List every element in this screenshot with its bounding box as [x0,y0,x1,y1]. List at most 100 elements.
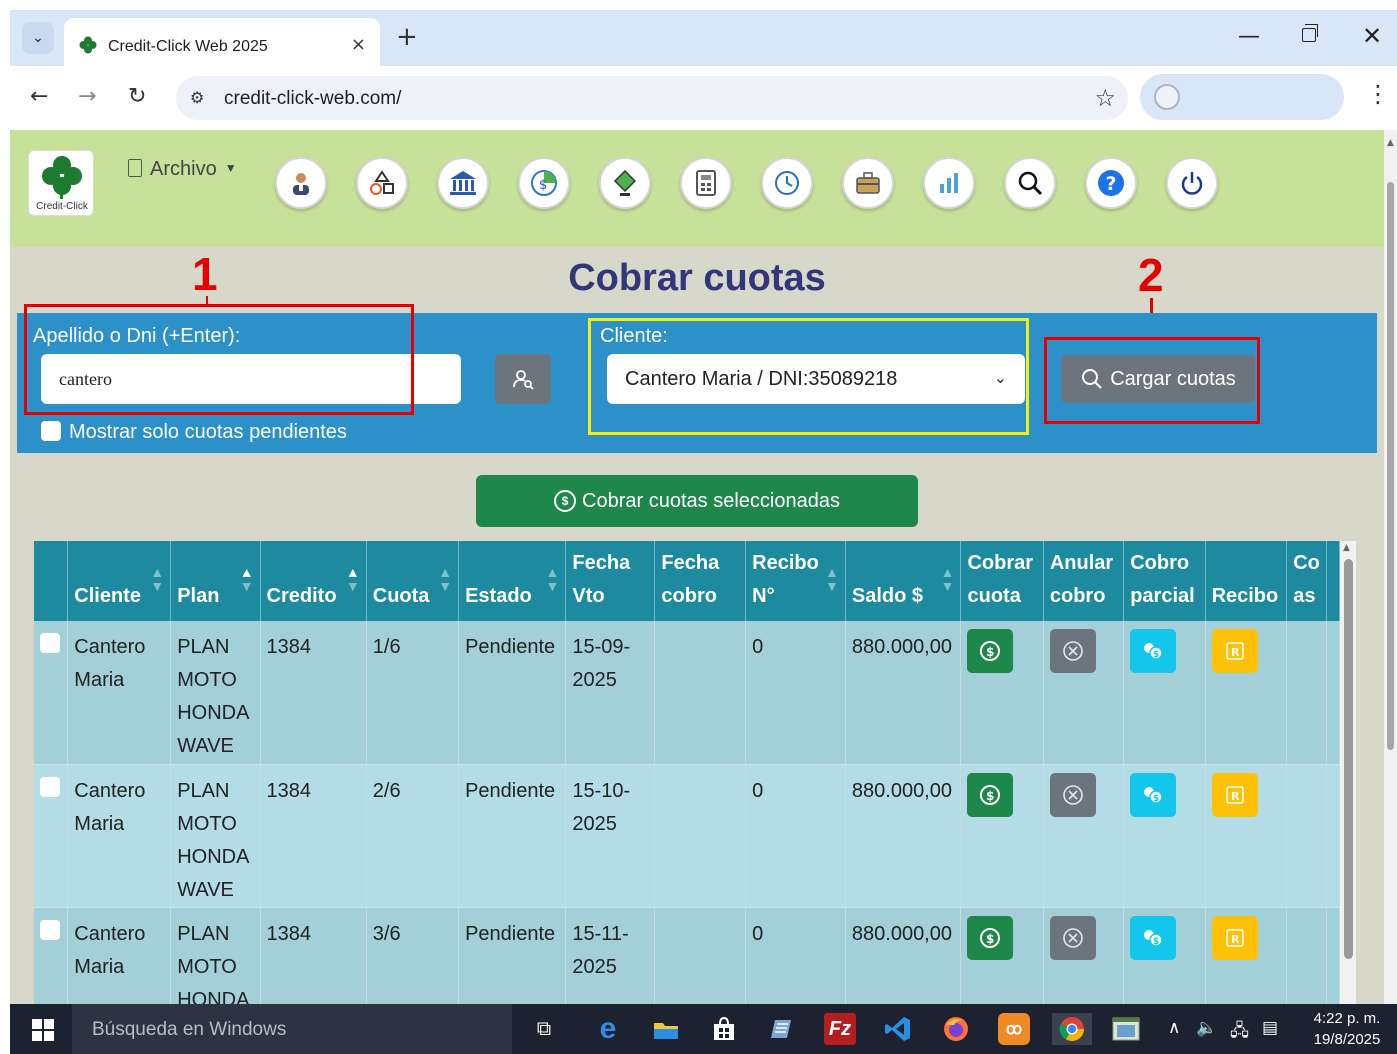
table-scroll-thumb[interactable] [1344,559,1353,959]
movie-maker-icon[interactable] [1110,1013,1142,1045]
cobros-icon[interactable]: $ [518,157,570,209]
cobrar-seleccionadas-label: Cobrar cuotas seleccionadas [582,489,840,512]
recibo-button[interactable]: R [1211,915,1258,960]
chrome-icon[interactable] [1052,1013,1092,1045]
table-row: Cantero Maria PLAN MOTO HONDA 1384 3/6 P… [34,907,1340,1004]
reloj-icon[interactable] [761,157,813,209]
cobrar-cuota-button[interactable]: $ [967,772,1014,817]
header-plan[interactable]: Plan ▲ ▼ [170,541,261,621]
cobrar-cuota-button[interactable]: $ [967,629,1014,673]
cobro-parcial-button[interactable]: $ [1130,629,1177,673]
clientes-icon[interactable] [275,157,327,209]
archivo-menu[interactable]: Archivo ▼ [128,158,237,181]
page-scroll-up-icon[interactable]: ▲ [1387,138,1394,148]
calculadora-icon[interactable] [680,157,732,209]
header-saldo[interactable]: Saldo $ ▲ ▼ [845,541,962,621]
row-checkbox[interactable] [40,633,60,653]
header-cuota[interactable]: Cuota ▲ ▼ [366,541,460,621]
page-scroll-thumb[interactable] [1387,182,1394,750]
profile-pill[interactable] [1140,74,1344,120]
restore-icon[interactable] [1302,24,1318,42]
recibo-button[interactable]: R [1211,629,1258,673]
notepad-icon[interactable] [766,1013,798,1045]
credit-click-logo[interactable]: Credit-Click [28,150,94,216]
cell-plan: PLAN MOTO HONDA [170,907,261,1004]
anular-cobro-button[interactable] [1049,915,1096,960]
header-estado[interactable]: Estado ▲ ▼ [458,541,567,621]
annotation-number-2: 2 [1138,249,1164,301]
table-scrollbar[interactable]: ▲ [1340,541,1356,1004]
pending-only-checkbox[interactable] [41,421,61,441]
vscode-icon[interactable] [882,1013,914,1045]
filezilla-icon[interactable]: Fz [824,1013,856,1045]
row-checkbox[interactable] [40,776,60,797]
header-credito[interactable]: Credito ▲ ▼ [260,541,367,621]
recibo-button[interactable]: R [1211,772,1258,817]
pagos-icon[interactable] [599,157,651,209]
pending-only-checkbox-row[interactable]: Mostrar solo cuotas pendientes [41,421,347,444]
graficos-icon[interactable] [923,157,975,209]
tray-chevron-up-icon[interactable]: ∧ [1168,1018,1180,1038]
task-view-icon[interactable]: ⧉ [528,1013,560,1045]
tab-search-menu-icon[interactable]: ⌄ [22,22,54,54]
cell-plan: PLAN MOTO HONDA WAVE [170,764,261,908]
xampp-icon[interactable]: ꝏ [998,1013,1030,1045]
browser-window: ⌄ Credit-Click Web 2025 × + — ✕ ← → ↻ ⚙ … [10,10,1397,1054]
browser-tab[interactable]: Credit-Click Web 2025 × [64,18,380,66]
planes-icon[interactable] [356,157,408,209]
minimize-icon[interactable]: — [1238,24,1260,49]
header-cliente[interactable]: Cliente ▲ ▼ [67,541,172,621]
scroll-up-icon[interactable]: ▲ [1343,543,1350,553]
volume-icon[interactable]: 🔈 [1196,1018,1217,1038]
network-icon[interactable]: 🖧 [1230,1018,1249,1047]
site-settings-icon[interactable]: ⚙ [190,88,204,107]
header-cobro-parcial: Cobro parcial [1123,541,1206,621]
caret-down-icon: ▼ [224,161,237,175]
cobro-parcial-button[interactable]: $ [1130,772,1177,817]
cell-cuota: 2/6 [366,764,460,908]
file-explorer-icon[interactable] [650,1013,682,1045]
header-fecha-vto[interactable]: Fecha Vto [565,541,656,621]
cell-parcial: $ [1123,621,1206,765]
cobrar-seleccionadas-button[interactable]: $ Cobrar cuotas seleccionadas [476,475,918,527]
svg-text:$: $ [1153,794,1159,804]
ayuda-icon[interactable]: ? [1085,157,1137,209]
taskbar-search[interactable]: Búsqueda en Windows [72,1004,512,1054]
taskbar-clock[interactable]: 4:22 p. m. 19/8/2025 [1306,1008,1388,1050]
windows-start-icon[interactable] [32,1019,54,1041]
new-tab-icon[interactable]: + [396,24,418,50]
cell-fecha-vto: 15-10-2025 [565,764,656,908]
cell-parcial: $ [1123,907,1206,1004]
banco-icon[interactable] [437,157,489,209]
header-fecha-cobro[interactable]: Fecha cobro [654,541,747,621]
tab-strip: ⌄ Credit-Click Web 2025 × + — ✕ [10,10,1397,66]
caja-icon[interactable] [842,157,894,209]
anular-cobro-button[interactable] [1049,772,1096,817]
back-icon[interactable]: ← [30,84,48,110]
anular-cobro-button[interactable] [1049,629,1096,673]
window-close-icon[interactable]: ✕ [1362,22,1382,50]
salir-icon[interactable] [1166,157,1218,209]
forward-icon[interactable]: → [78,84,96,110]
cobro-parcial-button[interactable]: $ [1130,915,1177,960]
reload-icon[interactable]: ↻ [128,84,146,110]
header-recibo-n[interactable]: Recibo N° ▲ ▼ [745,541,846,621]
cobrar-cuota-button[interactable]: $ [967,915,1014,960]
tab-close-icon[interactable]: × [351,34,366,55]
page-scrollbar[interactable]: ▲ [1384,130,1397,1004]
cell-fecha-cobro [654,621,747,765]
buscar-icon[interactable] [1004,157,1056,209]
store-icon[interactable] [708,1013,740,1045]
bookmark-star-icon[interactable]: ☆ [1094,84,1116,112]
firefox-icon[interactable] [940,1013,972,1045]
edge-icon[interactable]: e [592,1012,624,1045]
coins-icon: $ [1144,786,1163,804]
cell-filler [1326,621,1340,765]
row-checkbox[interactable] [40,919,60,940]
search-user-button[interactable] [495,354,551,404]
pending-only-label: Mostrar solo cuotas pendientes [69,421,347,443]
browser-menu-icon[interactable]: ⋮ [1366,80,1390,108]
address-bar[interactable]: ⚙ credit-click-web.com/ ☆ [176,76,1128,120]
cell-anular [1043,764,1125,908]
notification-icon[interactable]: ▤ [1262,1018,1278,1038]
